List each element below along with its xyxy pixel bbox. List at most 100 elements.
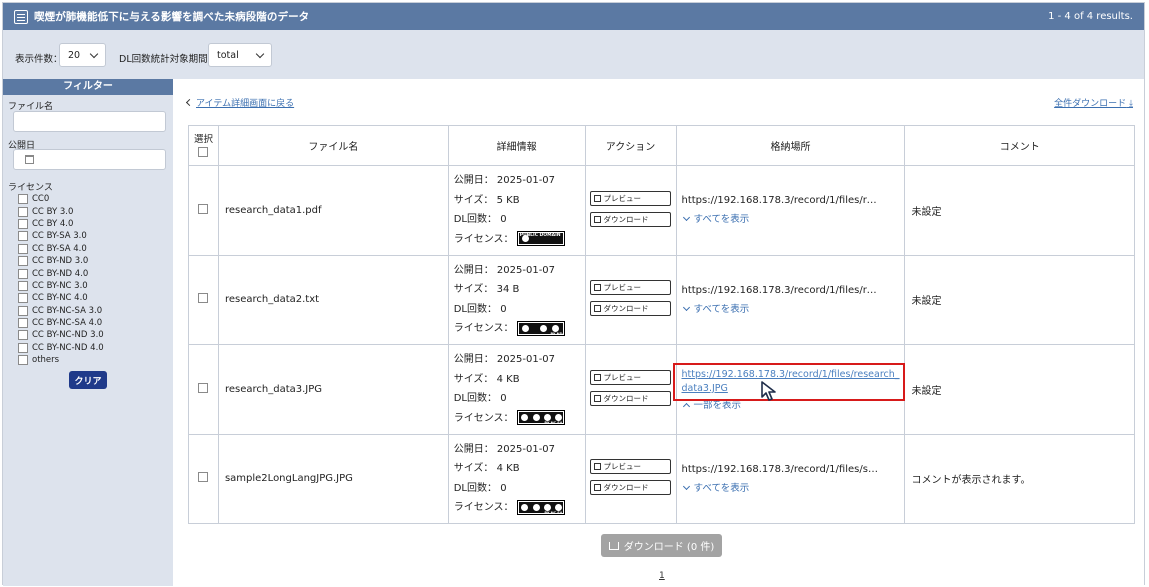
published-value: 2025-01-07: [496, 443, 556, 455]
checkbox[interactable]: [18, 305, 28, 316]
comment-cell: 未設定: [904, 165, 1135, 256]
license-option[interactable]: CC BY-NC-SA 4.0: [18, 317, 104, 329]
dl-count-line: DL回数： 0: [454, 479, 585, 499]
license-badge-text: BY NC SA: [544, 510, 563, 515]
row-checkbox[interactable]: [198, 472, 209, 483]
license-option-label: CC BY-SA 4.0: [32, 243, 87, 254]
checkbox[interactable]: [18, 206, 28, 217]
published-line: 公開日： 2025-01-07: [454, 261, 585, 281]
preview-button[interactable]: プレビュー: [589, 369, 671, 385]
checkbox[interactable]: [18, 194, 28, 205]
download-selected-label: ダウンロード (0 件): [623, 542, 715, 553]
license-list: CC0 CC BY 3.0 CC BY 4.0 CC BY-SA 3.0 CC …: [18, 193, 104, 366]
page-link[interactable]: 1: [659, 571, 665, 581]
license-option[interactable]: CC BY-ND 4.0: [18, 267, 104, 279]
license-option[interactable]: CC BY-NC-ND 4.0: [18, 342, 104, 354]
cc-by-nd-badge-icon: BY ND: [516, 320, 565, 336]
results-count: 1 - 4 of 4 results.: [1048, 11, 1133, 22]
table-row: research_data1.pdf 公開日： 2025-01-07 サイズ： …: [188, 165, 1135, 256]
license-option[interactable]: CC BY-NC-ND 3.0: [18, 329, 104, 341]
row-checkbox[interactable]: [198, 293, 209, 304]
checkbox[interactable]: [18, 256, 28, 267]
preview-label: プレビュー: [603, 372, 642, 382]
download-button[interactable]: ダウンロード: [589, 390, 671, 406]
show-all-link[interactable]: すべてを表示: [682, 301, 905, 315]
dl-count-value: 0: [500, 393, 507, 405]
license-option-label: CC BY-ND 3.0: [32, 256, 89, 267]
download-all-label: 全件ダウンロード: [1054, 99, 1127, 109]
published-label: 公開日：: [453, 354, 494, 366]
published-label: 公開日：: [453, 175, 494, 187]
license-option[interactable]: others: [18, 354, 104, 366]
checkbox[interactable]: [18, 293, 28, 304]
checkbox[interactable]: [18, 218, 28, 229]
comment-cell: 未設定: [904, 254, 1135, 345]
checkbox[interactable]: [18, 355, 28, 366]
back-link-label: アイテム詳細画面に戻る: [196, 99, 295, 109]
license-option-label: CC BY-NC-ND 4.0: [32, 342, 104, 353]
download-all-link[interactable]: 全件ダウンロード ⤓: [1054, 96, 1133, 109]
license-option[interactable]: CC BY-SA 3.0: [18, 230, 104, 242]
download-button[interactable]: ダウンロード: [589, 480, 671, 496]
license-option[interactable]: CC BY-NC-SA 3.0: [18, 305, 104, 317]
license-option[interactable]: CC0: [18, 193, 104, 205]
period-select[interactable]: total: [208, 43, 272, 67]
checkbox[interactable]: [18, 231, 28, 242]
location-url-link[interactable]: https://192.168.178.3/record/1/files/res…: [682, 368, 900, 396]
comment-column-header: コメント: [904, 125, 1135, 166]
clear-button[interactable]: クリア: [69, 371, 107, 389]
per-page-select[interactable]: 20: [59, 43, 106, 67]
dl-count-label: DL回数：: [453, 393, 497, 405]
preview-button[interactable]: プレビュー: [589, 280, 671, 296]
license-option-label: CC0: [32, 194, 50, 205]
checkbox[interactable]: [18, 342, 28, 353]
preview-button[interactable]: プレビュー: [589, 190, 671, 206]
preview-icon: [593, 194, 601, 202]
checkbox[interactable]: [18, 280, 28, 291]
checkbox[interactable]: [18, 330, 28, 341]
location-url: https://192.168.178.3/record/1/files/sam…: [681, 463, 882, 475]
license-option[interactable]: CC BY-ND 3.0: [18, 255, 104, 267]
show-part-link[interactable]: 一部を表示: [682, 397, 905, 411]
chevron-left-icon: [185, 98, 194, 107]
checkbox[interactable]: [18, 318, 28, 329]
license-line: ライセンス： PUBLIC DOMAIN: [454, 230, 585, 250]
checkbox[interactable]: [18, 268, 28, 279]
show-all-link[interactable]: すべてを表示: [682, 211, 905, 225]
size-line: サイズ： 4 KB: [454, 370, 585, 390]
location-cell: https://192.168.178.3/record/1/files/res…: [675, 254, 906, 345]
download-icon: [593, 305, 601, 313]
preview-label: プレビュー: [603, 283, 642, 293]
location-url: https://192.168.178.3/record/1/files/res…: [681, 195, 882, 207]
size-label: サイズ：: [453, 463, 494, 475]
show-all-link[interactable]: すべてを表示: [682, 480, 905, 494]
download-selected-button[interactable]: ダウンロード (0 件): [601, 534, 722, 557]
license-badge-text: BY ND: [550, 331, 563, 336]
back-link[interactable]: アイテム詳細画面に戻る: [185, 96, 295, 109]
size-label: サイズ：: [453, 373, 494, 385]
date-filter-input[interactable]: [13, 149, 166, 170]
license-option[interactable]: CC BY-NC 4.0: [18, 292, 104, 304]
size-line: サイズ： 5 KB: [454, 191, 585, 211]
row-checkbox[interactable]: [198, 382, 209, 393]
published-line: 公開日： 2025-01-07: [454, 440, 585, 460]
download-button[interactable]: ダウンロード: [589, 211, 671, 227]
filename-filter-input[interactable]: [13, 111, 166, 132]
license-option[interactable]: CC BY-NC 3.0: [18, 280, 104, 292]
preview-label: プレビュー: [603, 193, 642, 203]
preview-button[interactable]: プレビュー: [589, 459, 671, 475]
license-option[interactable]: CC BY 3.0: [18, 205, 104, 217]
actions-cell: プレビュー ダウンロード: [584, 433, 677, 524]
select-all-checkbox[interactable]: [198, 147, 209, 157]
chevron-down-icon: [682, 303, 690, 311]
license-option[interactable]: CC BY 4.0: [18, 218, 104, 230]
download-button[interactable]: ダウンロード: [589, 301, 671, 317]
row-checkbox[interactable]: [198, 203, 209, 214]
checkbox[interactable]: [18, 243, 28, 254]
size-value: 5 KB: [496, 194, 520, 206]
actions-cell: プレビュー ダウンロード: [584, 165, 677, 256]
license-option[interactable]: CC BY-SA 4.0: [18, 243, 104, 255]
published-line: 公開日： 2025-01-07: [454, 350, 585, 370]
period-value: total: [217, 49, 239, 61]
location-column-header: 格納場所: [675, 125, 906, 166]
